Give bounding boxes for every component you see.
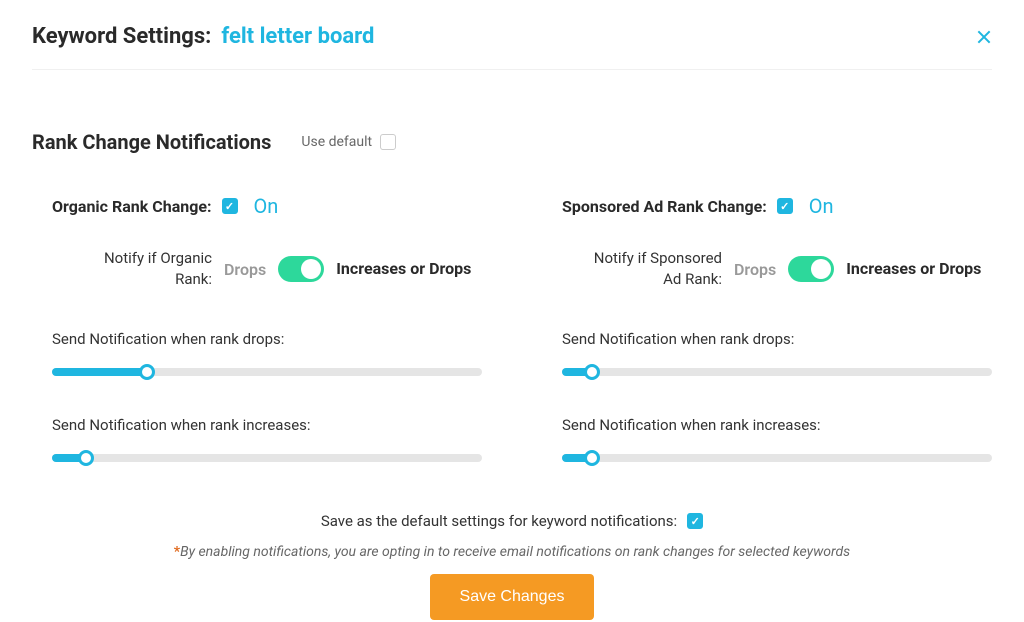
organic-toggle-row: Organic Rank Change: On	[52, 194, 482, 218]
organic-incdrop-label: Increases or Drops	[336, 259, 471, 278]
save-button[interactable]: Save Changes	[430, 574, 595, 620]
rank-change-section: Rank Change Notifications Use default Or…	[32, 130, 992, 620]
organic-enabled-checkbox[interactable]	[222, 198, 238, 214]
footer: Save as the default settings for keyword…	[32, 512, 992, 620]
title-group: Keyword Settings: felt letter board	[32, 24, 374, 49]
organic-inc-slider-group: Send Notification when rank increases:	[52, 416, 482, 462]
section-title: Rank Change Notifications	[32, 130, 271, 154]
organic-drop-slider-thumb[interactable]	[139, 364, 155, 380]
organic-column: Organic Rank Change: On Notify if Organi…	[32, 194, 482, 502]
use-default-group: Use default	[301, 134, 396, 150]
organic-inc-slider[interactable]	[52, 454, 482, 462]
organic-inc-slider-label: Send Notification when rank increases:	[52, 416, 482, 434]
organic-notify-row: Notify if Organic Rank: Drops Increases …	[52, 248, 482, 290]
organic-inc-slider-thumb[interactable]	[78, 450, 94, 466]
use-default-label: Use default	[301, 134, 372, 150]
save-default-label: Save as the default settings for keyword…	[321, 512, 677, 530]
organic-drop-slider-label: Send Notification when rank drops:	[52, 330, 482, 348]
disclaimer-text: By enabling notifications, you are optin…	[180, 544, 850, 560]
sponsored-drop-slider-label: Send Notification when rank drops:	[562, 330, 992, 348]
columns: Organic Rank Change: On Notify if Organi…	[32, 194, 992, 502]
save-default-row: Save as the default settings for keyword…	[321, 512, 703, 530]
sponsored-inc-slider[interactable]	[562, 454, 992, 462]
sponsored-notify-row: Notify if Sponsored Ad Rank: Drops Incre…	[562, 248, 992, 290]
organic-status: On	[254, 194, 279, 218]
sponsored-status: On	[809, 194, 834, 218]
organic-drop-slider[interactable]	[52, 368, 482, 376]
organic-drop-slider-group: Send Notification when rank drops:	[52, 330, 482, 376]
sponsored-notify-label: Notify if Sponsored Ad Rank:	[582, 248, 722, 290]
sponsored-drop-slider[interactable]	[562, 368, 992, 376]
sponsored-drops-label: Drops	[734, 260, 776, 279]
sponsored-inc-slider-thumb[interactable]	[584, 450, 600, 466]
sponsored-inc-slider-group: Send Notification when rank increases:	[562, 416, 992, 462]
page-title: Keyword Settings:	[32, 24, 211, 49]
close-icon[interactable]	[976, 29, 992, 45]
sponsored-drop-slider-group: Send Notification when rank drops:	[562, 330, 992, 376]
keyword-name: felt letter board	[221, 24, 374, 49]
organic-drop-slider-fill	[52, 368, 147, 376]
save-default-checkbox[interactable]	[687, 513, 703, 529]
sponsored-toggle-row: Sponsored Ad Rank Change: On	[562, 194, 992, 218]
sponsored-enabled-checkbox[interactable]	[777, 198, 793, 214]
sponsored-inc-slider-label: Send Notification when rank increases:	[562, 416, 992, 434]
sponsored-title: Sponsored Ad Rank Change:	[562, 197, 767, 216]
use-default-checkbox[interactable]	[380, 134, 396, 150]
organic-mode-toggle[interactable]	[278, 256, 324, 282]
header: Keyword Settings: felt letter board	[32, 24, 992, 70]
disclaimer: *By enabling notifications, you are opti…	[174, 544, 850, 560]
sponsored-drop-slider-thumb[interactable]	[584, 364, 600, 380]
section-header: Rank Change Notifications Use default	[32, 130, 992, 154]
sponsored-incdrop-label: Increases or Drops	[846, 259, 981, 278]
sponsored-column: Sponsored Ad Rank Change: On Notify if S…	[542, 194, 992, 502]
sponsored-mode-toggle[interactable]	[788, 256, 834, 282]
organic-drops-label: Drops	[224, 260, 266, 279]
organic-title: Organic Rank Change:	[52, 197, 212, 216]
organic-notify-label: Notify if Organic Rank:	[72, 248, 212, 290]
